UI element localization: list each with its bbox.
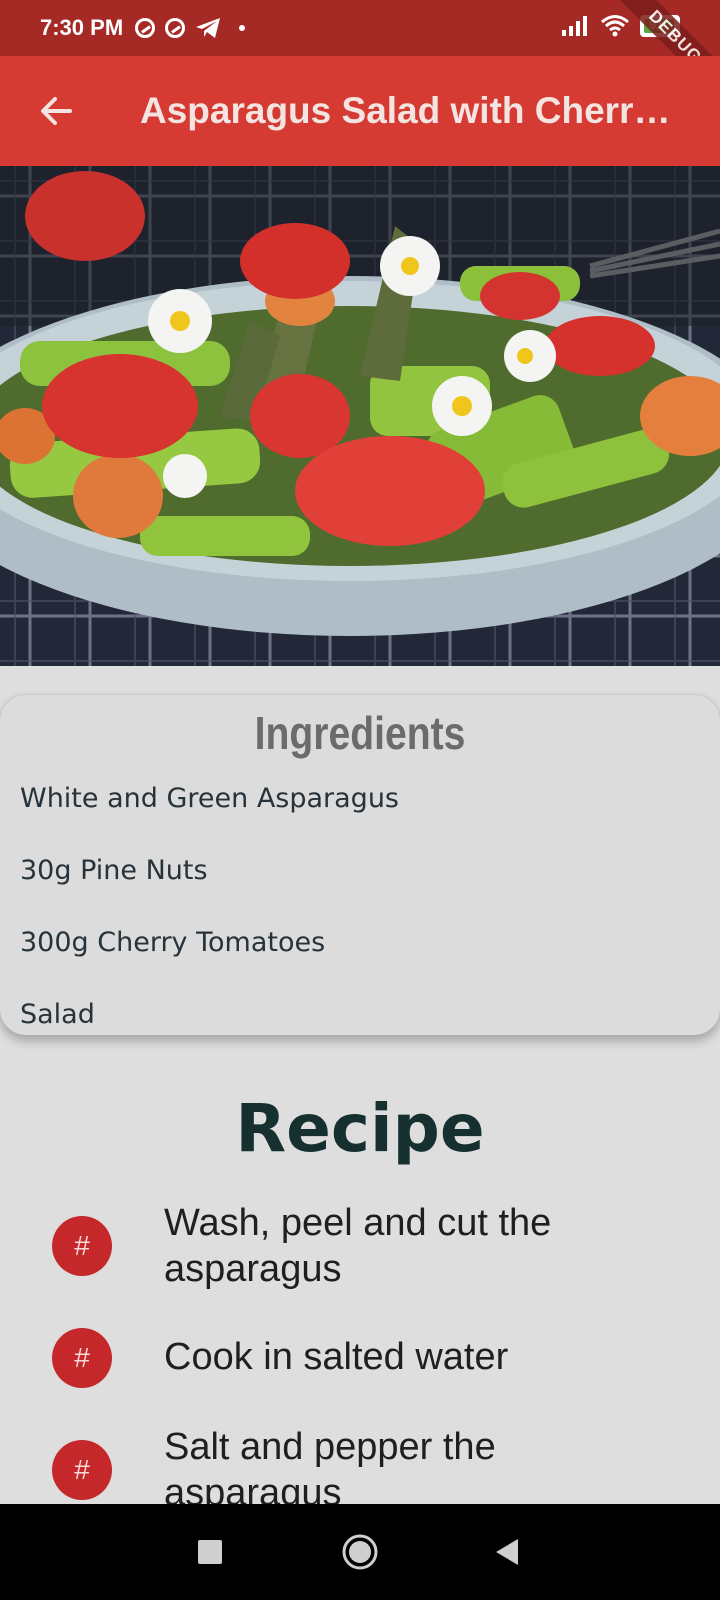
do-not-disturb-icon: [135, 18, 156, 38]
step-text: Salt and pepper the asparagus: [164, 1426, 496, 1504]
step-text: Cook in salted water: [164, 1336, 509, 1378]
home-button[interactable]: [300, 1504, 420, 1600]
arrow-back-icon: [41, 97, 72, 125]
wifi-icon: [601, 15, 629, 37]
recents-button[interactable]: [150, 1504, 270, 1600]
page-title: Asparagus Salad with Cherry...: [140, 90, 680, 131]
ingredients-list: White and Green Asparagus 30g Pine Nuts …: [0, 763, 720, 1051]
ingredient-item: Salad: [20, 999, 95, 1030]
ingredients-title: Ingredients: [254, 707, 466, 759]
status-notification-icons: [135, 17, 246, 39]
step-number-badge: #: [52, 1440, 112, 1500]
step-number-badge: #: [52, 1328, 112, 1388]
signal-icon: [562, 16, 587, 36]
ingredients-card: Ingredients White and Green Asparagus 30…: [0, 695, 720, 1035]
back-nav-button[interactable]: [446, 1504, 566, 1600]
status-time: 7:30 PM: [40, 15, 124, 40]
recipe-step: # Cook in salted water: [0, 1328, 720, 1388]
recipe-step: # Salt and pepper the asparagus: [0, 1424, 720, 1504]
recipe-title: Recipe: [235, 1090, 485, 1167]
back-button[interactable]: [16, 71, 96, 151]
telegram-icon: [196, 18, 221, 38]
do-not-disturb-icon: [165, 18, 186, 38]
circle-home-icon: [342, 1534, 378, 1570]
step-number-badge: #: [52, 1216, 112, 1276]
system-nav-bar: [0, 1504, 720, 1600]
recipe-step: # Wash, peel and cut the asparagus: [0, 1200, 720, 1310]
square-icon: [198, 1540, 222, 1564]
ingredient-item: White and Green Asparagus: [20, 783, 400, 814]
triangle-back-icon: [496, 1539, 518, 1565]
step-text: Wash, peel and cut the asparagus: [164, 1202, 552, 1290]
ingredient-item: 300g Cherry Tomatoes: [20, 927, 326, 958]
recipe-image: [0, 166, 720, 666]
ingredient-item: 30g Pine Nuts: [20, 855, 208, 886]
salad-photo-icon: [0, 166, 720, 666]
more-notifications-icon: [239, 25, 246, 31]
app-bar: Asparagus Salad with Cherry...: [0, 56, 720, 166]
status-bar: 7:30 PM 91 DEBUG: [0, 0, 720, 107]
